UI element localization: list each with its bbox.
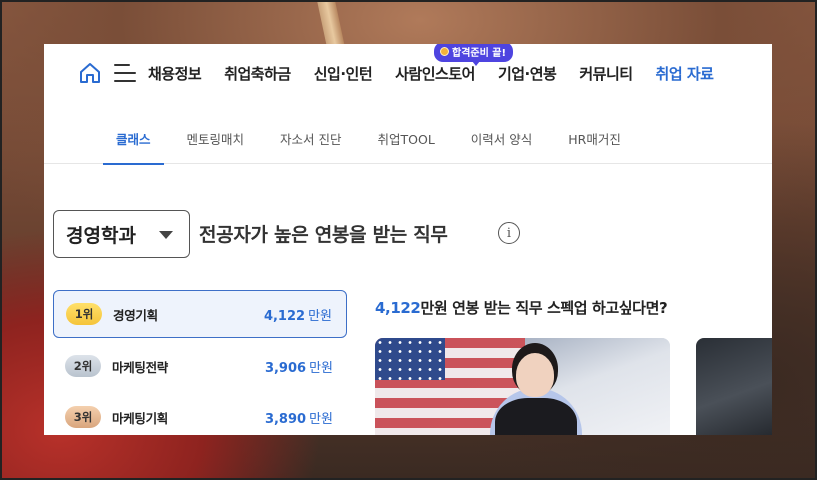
sub-nav: 클래스 멘토링매치 자소서 진단 취업TOOL 이력서 양식 HR매거진 [44,114,772,165]
top-nav: 채용정보 취업축하금 신입·인턴 사람인스토어 기업·연봉 커뮤니티 취업 자료… [44,44,772,102]
flag-canton [375,338,445,380]
tab-essay-diagnosis[interactable]: 자소서 진단 [280,114,341,164]
department-dropdown[interactable]: 경영학과 [53,210,190,258]
rank-badge: 1위 [66,303,102,325]
tab-tools[interactable]: 취업TOOL [378,114,435,164]
instructor-body [495,398,577,435]
rank-badge: 2위 [65,355,101,377]
promo-badge: 합격준비 끝! [434,44,514,66]
tab-hr-magazine[interactable]: HR매거진 [568,114,621,164]
department-value: 경영학과 [66,224,136,247]
ranking-item-1[interactable]: 1위 경영기획 4,122 만원 [53,290,347,338]
medal-icon [440,47,449,56]
recommendation-amount: 4,122 [375,299,421,317]
rank-badge: 3위 [65,406,101,428]
recommendation-title: 4,122만원 연봉 받는 직무 스펙업 하고싶다면? [375,297,668,318]
tab-mentoring[interactable]: 멘토링매치 [187,114,245,164]
promo-badge-label: 합격준비 끝! [452,48,507,59]
ranking-item-3[interactable]: 3위 마케팅기획 3,890 만원 [53,393,347,435]
nav-item-entry-intern[interactable]: 신입·인턴 [314,63,373,84]
job-name: 마케팅전략 [112,359,169,375]
instructor-avatar [516,353,554,397]
nav-item-community[interactable]: 커뮤니티 [579,63,633,84]
ranking-item-2[interactable]: 2위 마케팅전략 3,906 만원 [53,342,347,390]
job-name: 경영기획 [113,307,158,323]
class-thumbnail[interactable] [375,338,670,435]
nav-item-bonus[interactable]: 취업축하금 [224,63,291,84]
tab-class[interactable]: 클래스 [103,114,163,165]
nav-item-store[interactable]: 사람인스토어 [395,63,475,84]
salary-value: 3,906 만원 [264,360,333,376]
web-page-card: 채용정보 취업축하금 신입·인턴 사람인스토어 기업·연봉 커뮤니티 취업 자료… [44,44,772,435]
salary-value: 3,890 만원 [264,411,333,427]
job-name: 마케팅기획 [112,410,169,426]
hamburger-menu-icon[interactable] [114,64,136,82]
class-thumbnail-2[interactable] [696,338,772,435]
salary-value: 4,122 만원 [263,308,332,324]
tab-resume-templates[interactable]: 이력서 양식 [471,114,532,164]
caret-down-icon [159,231,173,239]
nav-item-career-resources[interactable]: 취업 자료 [656,63,714,84]
nav-item-company-salary[interactable]: 기업·연봉 [498,63,557,84]
nav-item-jobs[interactable]: 채용정보 [148,63,202,84]
home-icon[interactable] [78,61,102,85]
info-icon[interactable]: i [498,222,520,244]
section-headline: 전공자가 높은 연봉을 받는 직무 [199,224,448,246]
recommendation-text: 만원 연봉 받는 직무 스펙업 하고싶다면? [420,299,668,317]
